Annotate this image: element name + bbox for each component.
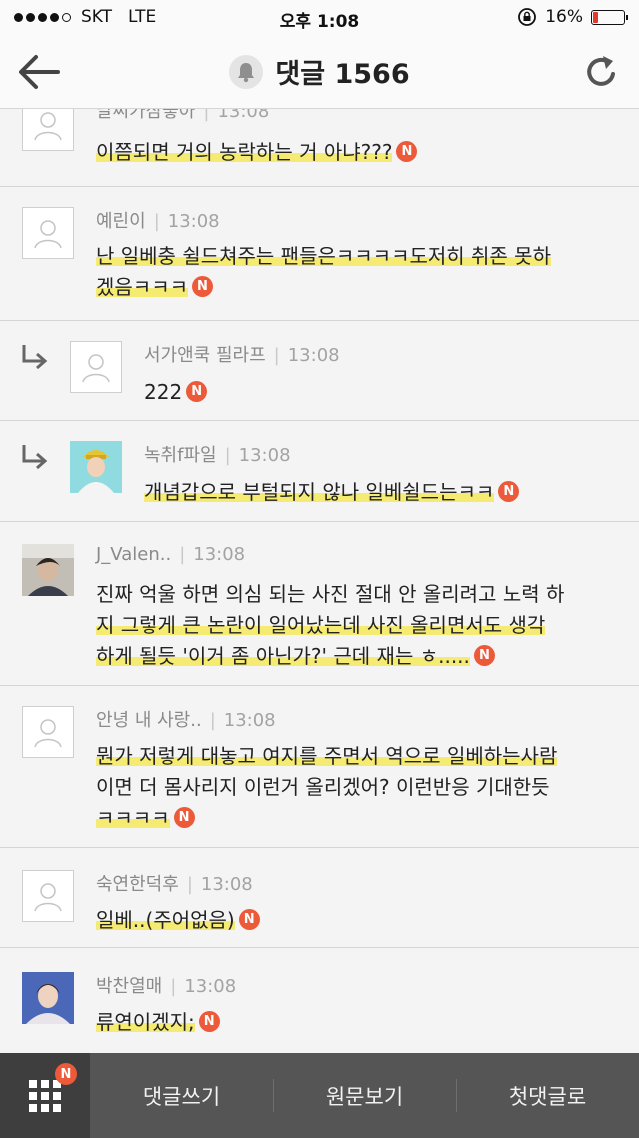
profile-photo-icon — [22, 544, 74, 596]
comment-time: 13:08 — [184, 976, 237, 997]
new-badge: N — [396, 141, 418, 162]
battery-percent: 16% — [545, 7, 583, 27]
comment-item: 예린이 | 13:08 난 일베충 쉴드쳐주는 팬들은ㅋㅋㅋㅋ도저히 취존 못하 겠… — [0, 187, 639, 321]
comment-item: 날씨가잠좋아 | 13:08 이쯤되면 거의 농락하는 거 아냐??? N — [0, 109, 639, 187]
default-avatar-icon — [34, 112, 62, 141]
comment-author[interactable]: 예린이 — [96, 211, 146, 232]
new-badge: N — [498, 481, 520, 502]
first-comment-button[interactable]: 첫댓글로 — [456, 1053, 639, 1138]
comment-item-reply: 녹취f파일 | 13:08 개념갑으로 부털되지 않나 일베쉴드는ㅋㅋ N — [0, 421, 639, 522]
comment-text-line: ㅋㅋㅋㅋ — [96, 806, 170, 830]
comment-text: 개념갑으로 부털되지 않나 일베쉴드는ㅋㅋ — [144, 480, 495, 504]
default-avatar-icon — [34, 719, 62, 748]
comment-text-line: 겠음ㅋㅋㅋ — [96, 275, 188, 299]
comment-text-line: 진짜 억울 하면 의심 되는 사진 절대 안 올리려고 노력 하 — [96, 582, 565, 606]
page-title: 댓글 1566 — [275, 59, 410, 90]
comment-text-line: 하게 될듯 '이거 좀 아닌가?' 근데 재는 ㅎ..... — [96, 644, 470, 668]
refresh-icon[interactable] — [581, 52, 621, 92]
default-avatar-icon — [82, 354, 110, 383]
default-avatar-icon — [34, 220, 62, 249]
comment-time: 13:08 — [287, 345, 340, 366]
avatar[interactable] — [22, 870, 74, 922]
new-badge: N — [198, 1011, 220, 1032]
comment-item: 숙연한덕후 | 13:08 일베..(주어없음) N — [0, 848, 639, 948]
reply-arrow-icon — [22, 445, 48, 470]
comment-item-reply: 서가앤쿡 필라프 | 13:08 222 N — [0, 321, 639, 421]
bottom-toolbar: N 댓글쓰기 원문보기 첫댓글로 — [0, 1053, 639, 1138]
comment-text-line: 이면 더 몸사리지 이런거 올리겠어? 이런반응 기대한듯 — [96, 775, 550, 799]
new-badge: N — [238, 909, 260, 930]
comment-author[interactable]: 안녕 내 사랑.. — [96, 710, 202, 731]
new-badge: N — [173, 807, 195, 828]
comment-list[interactable]: 날씨가잠좋아 | 13:08 이쯤되면 거의 농락하는 거 아냐??? N 예린이 | 1… — [0, 109, 639, 1053]
comment-author[interactable]: 서가앤쿡 필라프 — [144, 345, 266, 366]
avatar-photo[interactable] — [22, 544, 74, 596]
comment-item: J_Valen.. | 13:08 진짜 억울 하면 의심 되는 사진 절대 안 올… — [0, 522, 639, 686]
new-badge: N — [473, 645, 495, 666]
comment-text-line: 지 그렇게 큰 논란이 일어났는데 사진 올리면서도 생각 — [96, 613, 546, 637]
reply-arrow-icon — [22, 345, 48, 370]
view-original-button[interactable]: 원문보기 — [273, 1053, 456, 1138]
comment-text-line: 난 일베충 쉴드쳐주는 팬들은ㅋㅋㅋㅋ도저히 취존 못하 — [96, 244, 551, 268]
menu-grid-button[interactable]: N — [0, 1053, 90, 1138]
comment-item: 안녕 내 사랑.. | 13:08 뭔가 저렇게 대놓고 여지를 주면서 역으로 일… — [0, 686, 639, 848]
header: 댓글 1566 — [0, 36, 639, 109]
rotation-lock-icon — [518, 8, 537, 26]
comment-author[interactable]: J_Valen.. — [96, 544, 171, 565]
comment-text: 일베..(주어없음) — [96, 908, 235, 932]
default-avatar-icon — [34, 883, 62, 912]
write-comment-button[interactable]: 댓글쓰기 — [90, 1053, 273, 1138]
comment-text-line: 뭔가 저렇게 대놓고 여지를 주면서 역으로 일베하는사람 — [96, 744, 558, 768]
new-badge: N — [55, 1063, 77, 1085]
avatar[interactable] — [22, 109, 74, 151]
avatar[interactable] — [70, 341, 122, 393]
comment-time: 13:08 — [200, 874, 253, 895]
status-bar: SKT LTE 오후 1:08 16% — [0, 0, 639, 36]
new-badge: N — [186, 381, 208, 402]
profile-photo-icon — [22, 972, 74, 1024]
comment-text: 222 — [144, 380, 183, 404]
comment-author[interactable]: 박찬열매 — [96, 976, 162, 997]
comment-text: 류연이겠지; — [96, 1010, 195, 1034]
comment-time: 13:08 — [223, 710, 276, 731]
profile-photo-icon — [70, 441, 122, 493]
comment-author[interactable]: 숙연한덕후 — [96, 874, 179, 895]
comment-author[interactable]: 녹취f파일 — [144, 445, 217, 466]
grid-menu-icon — [29, 1079, 61, 1112]
comment-time: 13:08 — [193, 544, 246, 565]
comment-time: 13:08 — [167, 211, 220, 232]
comment-text: 이쯤되면 거의 농락하는 거 아냐??? — [96, 140, 393, 164]
comment-item: 박찬열매 | 13:08 류연이겠지; N — [0, 948, 639, 1053]
comment-author[interactable]: 날씨가잠좋아 — [96, 109, 195, 122]
avatar-photo[interactable] — [70, 441, 122, 493]
avatar[interactable] — [22, 207, 74, 259]
battery-icon — [591, 9, 628, 25]
bell-icon[interactable] — [229, 54, 264, 89]
new-badge: N — [192, 276, 213, 297]
comment-time: 13:08 — [238, 445, 291, 466]
comment-time: 13:08 — [217, 109, 270, 122]
avatar-photo[interactable] — [22, 972, 74, 1024]
avatar[interactable] — [22, 706, 74, 758]
